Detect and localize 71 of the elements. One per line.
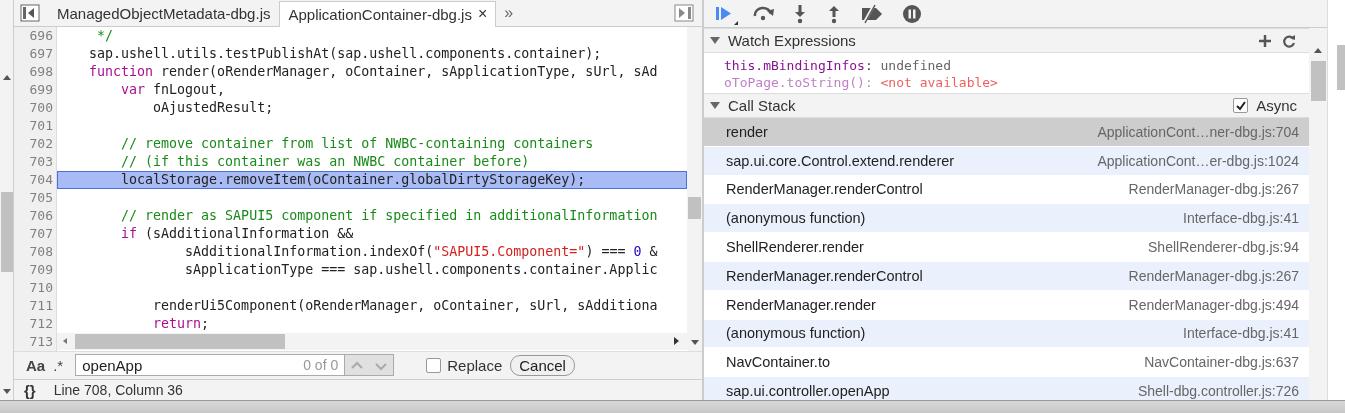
code-line: renderUi5Component(oRenderManager, oContainer, sUrl, sAdditiona	[152, 296, 659, 315]
call-frame[interactable]: RenderManager.renderControl RenderManager-dbg.js:267	[704, 262, 1309, 291]
function-name: RenderManager.renderControl	[726, 181, 923, 198]
call-frame[interactable]: sap.ui.core.Control.extend.renderer ApplicationCont…er-dbg.js:1024	[704, 146, 1309, 176]
code-line: // remove container from list of NWBC-containing containers	[120, 134, 595, 153]
function-name: render	[726, 123, 768, 140]
source-location[interactable]: NavContainer-dbg.js:637	[1144, 354, 1299, 371]
call-frame[interactable]: (anonymous function) Interface-dbg.js:41	[704, 204, 1309, 234]
scrollbar[interactable]	[1309, 28, 1327, 400]
source-location[interactable]: Interface-dbg.js:41	[1183, 325, 1299, 342]
code-line: // (if this container was an NWBC container before)	[120, 152, 531, 171]
source-location[interactable]: ApplicationCont…ner-dbg.js:704	[1097, 123, 1299, 140]
code-line: // render as SAPUI5 component if specified in additionalInformation	[120, 206, 659, 225]
refresh-icon[interactable]	[1281, 32, 1297, 49]
async-label: Async	[1256, 97, 1297, 114]
add-icon[interactable]	[1257, 32, 1273, 49]
regex-toggle[interactable]: .*	[53, 356, 64, 374]
call-frame[interactable]: RenderManager.render RenderManager-dbg.js:494	[704, 290, 1309, 320]
code-line: var fnLogout,	[120, 80, 227, 99]
source-location[interactable]: RenderManager-dbg.js:267	[1128, 267, 1299, 284]
function-name: ShellRenderer.render	[726, 239, 864, 256]
code-line: sap.ushell.utils.testPublishAt(sap.ushell.components.container);	[88, 44, 603, 63]
match-case-toggle[interactable]: Aa	[26, 356, 46, 374]
cancel-button[interactable]: Cancel	[510, 354, 575, 376]
code-line: oAjustedResult;	[152, 98, 275, 117]
code-line: return;	[152, 314, 211, 333]
search-field[interactable]: openApp 0 of 0	[75, 354, 346, 377]
section-header[interactable]: Watch Expressions	[704, 28, 1309, 53]
function-name: sap.ui.controller.openApp	[726, 383, 890, 400]
scrollbar[interactable]	[687, 26, 702, 351]
call-frame[interactable]: render ApplicationCont…ner-dbg.js:704	[704, 118, 1309, 147]
code-line: */	[96, 26, 115, 45]
code-line: sAdditionalInformation.indexOf("SAPUI5.Component=") === 0 &	[184, 242, 659, 261]
watch-expression: this.mBindingInfos: undefined	[724, 57, 952, 74]
call-frame[interactable]: ShellRenderer.render ShellRenderer-dbg.js:94	[704, 233, 1309, 262]
code-line: sApplicationType === sap.ushell.components.container.Applic	[184, 260, 659, 279]
call-frame[interactable]: (anonymous function) Interface-dbg.js:41	[704, 319, 1309, 349]
file-tab[interactable]: ManagedObjectMetadata-dbg.js	[48, 0, 280, 26]
function-name: (anonymous function)	[726, 210, 866, 227]
cursor-position: Line 708, Column 36	[53, 382, 183, 399]
sidebar-toggle-icon[interactable]	[20, 3, 40, 22]
expand-arrow-icon[interactable]	[710, 102, 720, 109]
pretty-print-button[interactable]: {}	[24, 381, 36, 399]
section-header[interactable]: Call Stack Async	[704, 93, 1309, 118]
debugger-toggle-icon[interactable]	[674, 3, 694, 22]
horizontal-scrollbar[interactable]	[57, 332, 687, 350]
scrollbar[interactable]	[1327, 0, 1345, 400]
function-name: sap.ui.core.Control.extend.renderer	[726, 152, 955, 169]
async-checkbox[interactable]	[1233, 98, 1249, 113]
replace-checkbox[interactable]	[426, 357, 442, 373]
close-icon[interactable]: ×	[477, 5, 488, 24]
source-location[interactable]: ApplicationCont…er-dbg.js:1024	[1097, 152, 1299, 169]
pause-icon[interactable]	[900, 2, 924, 25]
code-line: function render(oRenderManager, oContainer, sApplicationType, sUrl, sAd	[88, 62, 659, 81]
file-tab[interactable]: ApplicationContainer-dbg.js ×	[279, 0, 497, 27]
expand-arrow-icon[interactable]	[710, 37, 720, 44]
call-frame[interactable]: sap.ui.controller.openApp Shell-dbg.controller.js:726	[704, 377, 1309, 400]
code-line: if (sAdditionalInformation &&	[120, 224, 355, 243]
function-name: RenderManager.render	[726, 296, 876, 313]
function-name: (anonymous function)	[726, 325, 866, 342]
source-location[interactable]: Shell-dbg.controller.js:726	[1137, 383, 1299, 400]
watch-expression: oToPage.toString(): <not available>	[724, 74, 999, 91]
replace-label: Replace	[447, 356, 503, 374]
function-name: RenderManager.renderControl	[726, 267, 923, 284]
source-location[interactable]: ShellRenderer-dbg.js:94	[1148, 239, 1299, 256]
function-name: NavContainer.to	[726, 354, 830, 371]
source-location[interactable]: RenderManager-dbg.js:494	[1128, 296, 1299, 313]
source-location[interactable]: Interface-dbg.js:41	[1183, 210, 1299, 227]
more-tabs-button[interactable]: »	[496, 3, 522, 26]
source-location[interactable]: RenderManager-dbg.js:267	[1128, 181, 1299, 198]
scrollbar[interactable]	[0, 0, 14, 400]
